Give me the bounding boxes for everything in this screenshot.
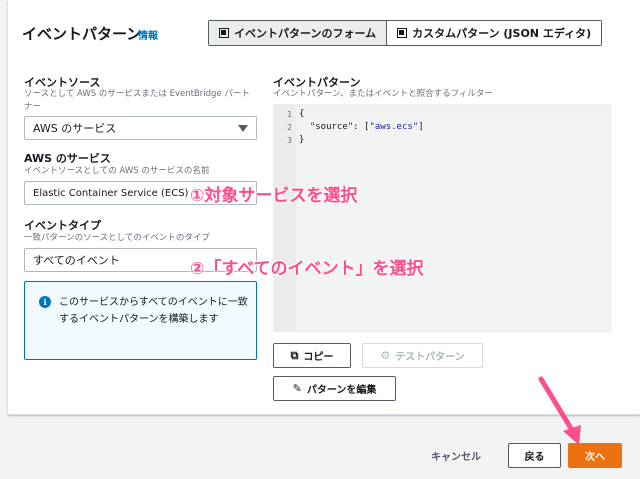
event-source-description: ソースとして AWS のサービスまたは EventBridge パートナー bbox=[24, 89, 250, 112]
custom-json-mode-button[interactable]: カスタムパターン (JSON エディタ) bbox=[387, 21, 602, 45]
test-pattern-button-label: テストパターン bbox=[395, 352, 465, 363]
code-line-3: } bbox=[299, 135, 305, 145]
code-string: "aws.ecs" bbox=[369, 122, 419, 132]
copy-button-label: コピー bbox=[303, 352, 334, 363]
test-pattern-button[interactable]: ⚙ テストパターン bbox=[362, 343, 483, 368]
panel-title: イベントパターン bbox=[22, 25, 142, 43]
event-type-value: すべてのイベント bbox=[33, 254, 120, 267]
event-pattern-description: イベントパターン、またはイベントと照合するフィルター bbox=[273, 89, 493, 99]
next-button[interactable]: 次へ bbox=[568, 443, 622, 468]
edit-pattern-button-label: パターンを編集 bbox=[306, 385, 377, 396]
form-mode-label: イベントパターンのフォーム bbox=[234, 27, 377, 40]
aws-service-label: AWS のサービス bbox=[24, 152, 111, 165]
copy-button[interactable]: ⧉ コピー bbox=[273, 343, 351, 368]
cancel-button[interactable]: キャンセル bbox=[431, 448, 481, 463]
event-source-select[interactable]: AWS のサービス bbox=[24, 116, 257, 140]
next-button-label: 次へ bbox=[585, 452, 605, 463]
back-button[interactable]: 戻る bbox=[508, 443, 561, 468]
form-mode-button[interactable]: イベントパターンのフォーム bbox=[209, 21, 388, 45]
info-circle-icon: i bbox=[39, 296, 51, 308]
json-editor-icon bbox=[397, 28, 408, 38]
edit-pattern-button[interactable]: ✎ パターンを編集 bbox=[273, 376, 396, 401]
line-number: 1 bbox=[287, 110, 292, 119]
edit-icon: ✎ bbox=[292, 382, 302, 395]
form-mode-icon bbox=[219, 28, 229, 38]
aws-service-value: Elastic Container Service (ECS) bbox=[33, 187, 189, 199]
annotation-step-2: ②「すべてのイベント」を選択 bbox=[190, 259, 424, 279]
code-key: "source": [ bbox=[299, 122, 370, 132]
code-bracket: ] bbox=[418, 122, 424, 132]
event-type-label: イベントタイプ bbox=[24, 219, 101, 232]
annotation-arrow bbox=[538, 376, 581, 445]
gear-icon: ⚙ bbox=[380, 349, 391, 362]
back-button-label: 戻る bbox=[524, 452, 545, 463]
info-alert-text: このサービスからすべてのイベントに一致するイベントパターンを構築します bbox=[59, 297, 248, 325]
copy-icon: ⧉ bbox=[290, 348, 299, 362]
info-alert: i このサービスからすべてのイベントに一致するイベントパターンを構築します bbox=[24, 281, 257, 360]
pattern-mode-toggle: イベントパターンのフォーム カスタムパターン (JSON エディタ) bbox=[208, 20, 603, 46]
json-code-editor[interactable]: 1 2 3 { "source": ["aws.ecs"] } bbox=[273, 104, 611, 332]
line-number: 2 bbox=[287, 123, 292, 132]
chevron-down-icon bbox=[238, 125, 248, 132]
code-line-2: "source": ["aws.ecs"] bbox=[299, 122, 424, 132]
custom-json-mode-label: カスタムパターン (JSON エディタ) bbox=[412, 27, 592, 40]
line-number: 3 bbox=[287, 136, 292, 145]
info-link[interactable]: 情報 bbox=[138, 27, 158, 42]
annotation-step-1: ①対象サービスを選択 bbox=[190, 186, 358, 206]
event-type-description: 一致パターンのソースとしてのイベントのタイプ bbox=[24, 233, 210, 243]
aws-service-description: イベントソースとしての AWS のサービスの名前 bbox=[24, 166, 210, 176]
code-line-1: { bbox=[299, 109, 305, 119]
event-source-value: AWS のサービス bbox=[33, 122, 117, 135]
